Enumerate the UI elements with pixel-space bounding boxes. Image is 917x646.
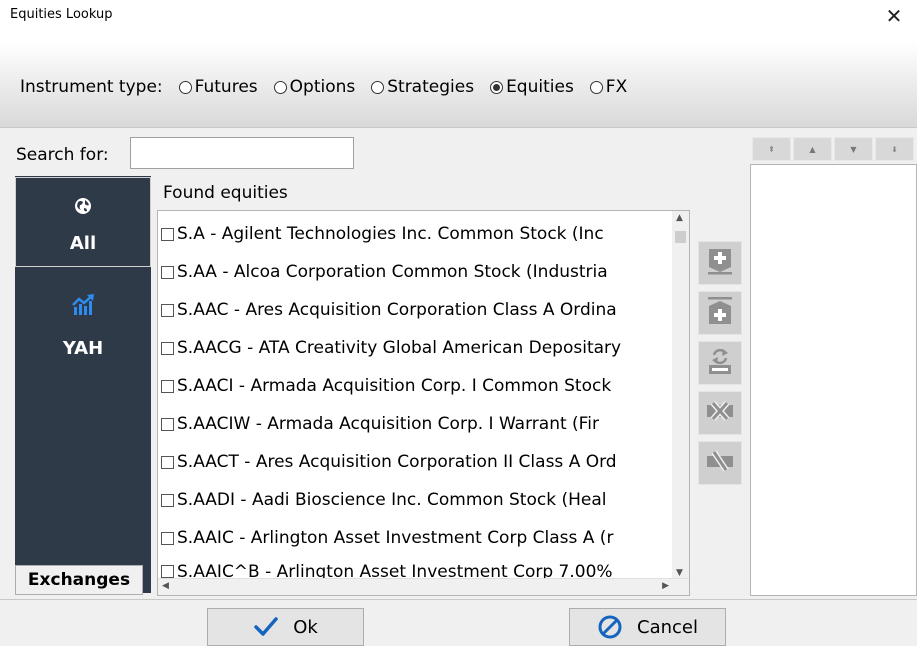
radio-equities-label: Equities — [506, 77, 574, 97]
move-top-icon: ⇞ — [768, 144, 775, 154]
add-selected-button[interactable] — [698, 241, 742, 285]
scroll-right-icon[interactable]: ▶ — [662, 581, 669, 591]
ok-button-label: Ok — [293, 616, 318, 638]
list-item-label: S.AACT - Ares Acquisition Corporation II… — [177, 452, 617, 472]
list-item[interactable]: S.AACG - ATA Creativity Global American … — [161, 334, 676, 362]
cancel-button[interactable]: Cancel — [569, 608, 726, 646]
window-title: Equities Lookup — [10, 7, 113, 22]
sidebar-item-all-label: All — [69, 233, 97, 254]
exchanges-button[interactable]: Exchanges — [15, 565, 143, 595]
cancel-button-label: Cancel — [637, 616, 698, 638]
list-item[interactable]: S.AAC - Ares Acquisition Corporation Cla… — [161, 296, 676, 324]
list-item-label: S.AAIC - Arlington Asset Investment Corp… — [177, 528, 614, 548]
list-item[interactable]: S.AADI - Aadi Bioscience Inc. Common Sto… — [161, 486, 676, 514]
replace-icon — [706, 346, 734, 380]
globe-icon — [73, 196, 93, 221]
found-equities-title: Found equities — [163, 183, 288, 203]
item-checkbox[interactable] — [161, 303, 174, 317]
move-up-button[interactable]: ▲ — [793, 137, 832, 161]
list-horizontal-scrollbar[interactable]: ◀ ▶ — [158, 578, 689, 595]
list-item[interactable]: S.A - Agilent Technologies Inc. Common S… — [161, 220, 676, 248]
scroll-down-icon[interactable]: ▼ — [676, 568, 683, 578]
remove-button[interactable] — [698, 391, 742, 435]
source-sidebar: All YAH — [15, 176, 151, 593]
move-down-icon: ▼ — [850, 144, 857, 154]
item-checkbox[interactable] — [161, 417, 174, 431]
move-down-button[interactable]: ▼ — [834, 137, 873, 161]
add-all-button[interactable] — [698, 291, 742, 335]
item-checkbox[interactable] — [161, 531, 174, 545]
instrument-type-bar: Instrument type: Futures Options Strateg… — [0, 31, 917, 128]
radio-strategies-label: Strategies — [387, 77, 475, 97]
replace-button[interactable] — [698, 341, 742, 385]
move-top-button[interactable]: ⇞ — [752, 137, 791, 161]
radio-futures[interactable]: Futures — [178, 77, 258, 97]
move-bottom-button[interactable]: ⇟ — [875, 137, 914, 161]
bottom-divider — [0, 599, 917, 600]
item-checkbox[interactable] — [161, 341, 174, 355]
add-all-icon — [706, 296, 734, 330]
instrument-type-label: Instrument type: — [20, 77, 163, 97]
list-item[interactable]: S.AAIC - Arlington Asset Investment Corp… — [161, 524, 676, 552]
scroll-thumb[interactable] — [675, 231, 686, 243]
list-item[interactable]: S.AA - Alcoa Corporation Common Stock (I… — [161, 258, 676, 286]
search-input[interactable] — [130, 137, 354, 169]
sidebar-item-yah[interactable]: YAH — [15, 276, 151, 366]
radio-options-circle[interactable] — [273, 80, 287, 94]
ok-button[interactable]: Ok — [207, 608, 364, 646]
selected-equities-list[interactable] — [750, 164, 917, 596]
list-item-label: S.AACI - Armada Acquisition Corp. I Comm… — [177, 376, 612, 396]
remove-all-icon — [705, 449, 735, 477]
close-icon: ✕ — [885, 3, 903, 28]
list-item[interactable]: S.AACI - Armada Acquisition Corp. I Comm… — [161, 372, 676, 400]
order-buttons: ⇞ ▲ ▼ ⇟ — [752, 137, 917, 161]
scroll-up-icon[interactable]: ▲ — [676, 213, 683, 223]
found-equities-list[interactable]: S.A - Agilent Technologies Inc. Common S… — [157, 210, 690, 596]
radio-options-label: Options — [289, 77, 356, 97]
list-item-label: S.A - Agilent Technologies Inc. Common S… — [177, 224, 604, 244]
add-icon — [706, 247, 734, 279]
list-item-label: S.AA - Alcoa Corporation Common Stock (I… — [177, 262, 608, 282]
list-vertical-scrollbar[interactable]: ▲ ▼ — [672, 211, 689, 580]
item-checkbox[interactable] — [161, 227, 174, 241]
radio-strategies-circle[interactable] — [371, 80, 385, 94]
item-checkbox[interactable] — [161, 265, 174, 279]
scroll-left-icon[interactable]: ◀ — [162, 581, 169, 591]
move-up-icon: ▲ — [809, 144, 816, 154]
item-checkbox[interactable] — [161, 379, 174, 393]
list-item-label: S.AADI - Aadi Bioscience Inc. Common Sto… — [177, 490, 607, 510]
radio-strategies[interactable]: Strategies — [371, 77, 474, 97]
radio-options[interactable]: Options — [273, 77, 356, 97]
radio-futures-label: Futures — [194, 77, 258, 97]
remove-all-button[interactable] — [698, 441, 742, 485]
move-bottom-icon: ⇟ — [891, 144, 898, 154]
equities-lookup-window: Equities Lookup ✕ Instrument type: Futur… — [0, 0, 917, 646]
prohibited-icon — [597, 614, 623, 640]
list-item[interactable]: S.AACIW - Armada Acquisition Corp. I War… — [161, 410, 676, 438]
item-checkbox[interactable] — [161, 565, 174, 578]
checkmark-icon — [253, 616, 279, 638]
sidebar-item-all[interactable]: All — [15, 177, 151, 267]
search-label: Search for: — [16, 145, 109, 165]
list-item-label: S.AACIW - Armada Acquisition Corp. I War… — [177, 414, 599, 434]
radio-equities-circle[interactable] — [490, 80, 504, 94]
radio-equities[interactable]: Equities — [490, 77, 574, 97]
list-item[interactable]: S.AACT - Ares Acquisition Corporation II… — [161, 448, 676, 476]
list-item-label: S.AACG - ATA Creativity Global American … — [177, 338, 622, 358]
remove-icon — [705, 399, 735, 427]
chart-up-icon — [71, 294, 95, 321]
radio-fx-label: FX — [605, 77, 628, 97]
radio-fx-circle[interactable] — [589, 80, 603, 94]
radio-fx[interactable]: FX — [589, 77, 628, 97]
item-checkbox[interactable] — [161, 455, 174, 469]
list-item-label: S.AAC - Ares Acquisition Corporation Cla… — [177, 300, 617, 320]
sidebar-item-yah-label: YAH — [62, 338, 104, 359]
item-checkbox[interactable] — [161, 493, 174, 507]
radio-futures-circle[interactable] — [178, 80, 192, 94]
title-bar: Equities Lookup ✕ — [0, 0, 917, 31]
close-button[interactable]: ✕ — [871, 0, 917, 31]
